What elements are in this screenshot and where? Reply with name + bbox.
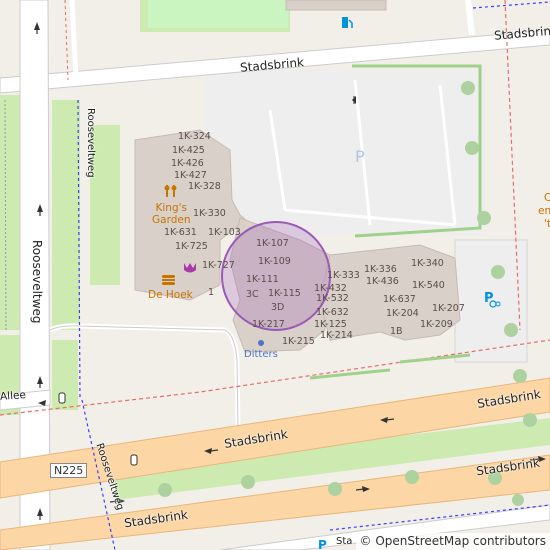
fast-food-icon	[162, 275, 175, 285]
tree	[504, 323, 518, 337]
building-top	[285, 0, 387, 11]
house-number: 1K-115	[268, 288, 301, 299]
house-number: 1K-532	[316, 293, 349, 304]
house-number: 1K-328	[188, 181, 221, 192]
house-number: 1K-111	[246, 274, 279, 285]
house-number: 1K-217	[252, 319, 285, 330]
house-number: 1K-204	[386, 308, 419, 319]
house-number: 1K-426	[171, 158, 204, 169]
house-number: 1K-209	[420, 319, 453, 330]
tree	[491, 265, 505, 279]
house-number: 1B	[390, 326, 403, 337]
park-hatch-top	[148, 0, 288, 28]
house-number: 1K-631	[164, 227, 197, 238]
house-number: 1K-727	[202, 260, 235, 271]
tree	[523, 413, 537, 427]
house-number: 1K-336	[364, 264, 397, 275]
house-number: 1K-333	[327, 270, 360, 281]
parking-label-bottom: P	[318, 538, 327, 550]
road-service-edge	[49, 325, 239, 431]
house-number: 1K-436	[366, 276, 399, 287]
house-number: 3C	[246, 289, 259, 300]
cycleway-top	[472, 1, 550, 9]
tree	[477, 211, 491, 225]
tree	[513, 369, 527, 383]
house-number: 1K-324	[178, 131, 211, 142]
shop-icon	[258, 340, 264, 346]
poi-ditters[interactable]: Ditters	[244, 349, 278, 361]
road-north-right[interactable]	[465, 0, 475, 36]
house-number: 1K-107	[256, 238, 289, 249]
house-number: 1K-632	[316, 307, 349, 318]
edge-label: C	[544, 192, 550, 204]
bollard-icon	[58, 392, 66, 404]
house-number: 1K-103	[208, 227, 241, 238]
bollard-icon	[130, 454, 138, 466]
tree	[512, 494, 524, 506]
edge-label: 't	[544, 218, 550, 230]
road-north-left[interactable]	[69, 0, 79, 81]
street-label: Sta	[336, 536, 353, 547]
tree	[405, 470, 419, 484]
grass-rooseveltweg	[52, 100, 80, 330]
street-label: Rooseveltweg	[85, 108, 96, 178]
grass-left-strip	[0, 95, 20, 330]
house-number: 1K-330	[193, 208, 226, 219]
tree	[461, 81, 475, 95]
poi-de-hoek[interactable]: De Hoek	[148, 289, 193, 301]
map-view[interactable]: Stadsbrink Stadsbrink Stadsbrink Stadsbr…	[0, 0, 550, 550]
parking-lot	[205, 70, 485, 235]
boundary-top-left	[64, 0, 69, 81]
house-number: 1K-214	[320, 330, 353, 341]
tree	[328, 482, 342, 496]
house-number: 1K-207	[432, 303, 465, 314]
house-number: 1K-427	[174, 170, 207, 181]
house-number: 1K-109	[258, 256, 291, 267]
house-number: 3D	[271, 302, 285, 313]
fuel-station-icon	[342, 17, 353, 28]
house-number: 1K-215	[282, 336, 315, 347]
street-label: Rooseveltweg	[30, 240, 44, 324]
tree	[241, 475, 255, 489]
road-ref-shield: N225	[50, 463, 88, 478]
house-number: 1K-725	[175, 241, 208, 252]
street-label: Allee	[0, 389, 27, 403]
road-service[interactable]	[48, 323, 241, 431]
poi-kings-garden[interactable]: King's Garden	[152, 202, 190, 226]
house-number: 1K-340	[411, 258, 444, 269]
house-number: 1	[208, 287, 215, 298]
house-number: 1K-637	[383, 294, 416, 305]
house-number: 1K-125	[314, 319, 347, 330]
house-number: 1K-540	[412, 280, 445, 291]
bicycle-parking-label: P	[484, 291, 494, 306]
house-number: 1K-425	[172, 145, 205, 156]
edge-label: en	[538, 205, 550, 217]
map-attribution[interactable]: © OpenStreetMap contributors	[355, 533, 550, 550]
tree	[465, 141, 479, 155]
parking-label: P	[355, 147, 365, 166]
tree	[158, 483, 172, 497]
